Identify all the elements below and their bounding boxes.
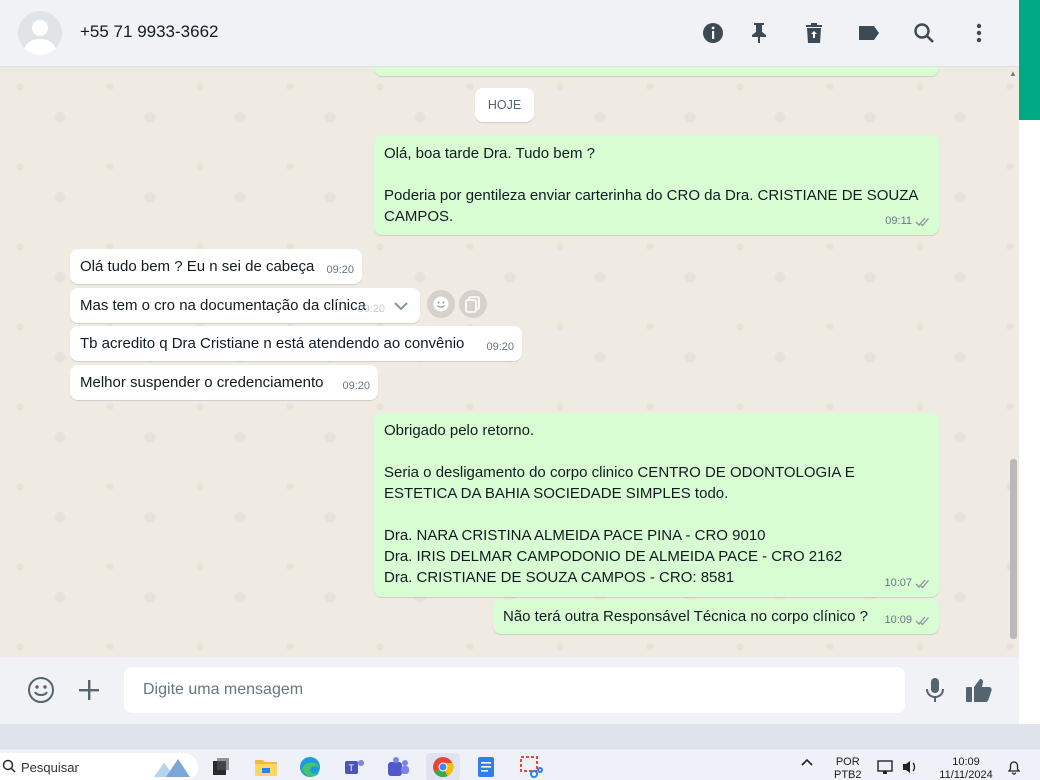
contact-name[interactable]: +55 71 9933-3662 <box>80 22 219 42</box>
menu-icon[interactable] <box>966 20 992 46</box>
message-options-chevron-icon[interactable] <box>382 288 420 323</box>
message-text: Olá, boa tarde Dra. Tudo bem ? Poderia p… <box>384 145 918 225</box>
message-meta: 10:07 <box>884 573 931 594</box>
message-hover-actions <box>427 290 487 318</box>
scroll-up-arrow[interactable]: ▲ <box>1009 69 1017 78</box>
scrollbar-thumb[interactable] <box>1010 459 1017 639</box>
message-meta: 09:20 <box>326 260 354 281</box>
message-text: Tb acredito q Dra Cristiane n está atend… <box>80 335 465 352</box>
read-ticks-icon <box>915 578 931 589</box>
chat-header: +55 71 9933-3662 <box>0 0 1019 67</box>
notification-bell-icon[interactable] <box>1006 759 1022 779</box>
input-language-secondary: PTB2 <box>834 769 862 780</box>
file-explorer-icon[interactable] <box>252 753 280 780</box>
message-outgoing[interactable]: Não terá outra Responsável Técnica no co… <box>493 599 939 634</box>
edge-browser-icon[interactable] <box>296 753 324 780</box>
chrome-icon[interactable] <box>426 753 460 780</box>
message-time: 09:20 <box>357 303 385 315</box>
clock[interactable]: 10:09 11/11/2024 <box>934 756 998 780</box>
message-text: Melhor suspender o credenciamento <box>80 374 324 391</box>
label-icon[interactable] <box>856 20 882 46</box>
react-emoji-icon[interactable] <box>427 290 455 318</box>
teams-classic-icon[interactable]: T <box>340 753 368 780</box>
message-text: Não terá outra Responsável Técnica no co… <box>503 608 868 625</box>
volume-icon[interactable] <box>901 759 919 779</box>
message-incoming[interactable]: Mas tem o cro na documentação da clínica… <box>70 288 420 323</box>
tray-chevron-up-icon[interactable] <box>800 757 814 771</box>
microphone-icon[interactable] <box>920 675 950 705</box>
thumbs-up-icon[interactable] <box>964 675 994 705</box>
message-meta: 09:20 <box>486 337 514 358</box>
contact-avatar[interactable] <box>18 11 62 55</box>
message-time: 09:20 <box>342 380 370 392</box>
message-meta: 09:11 <box>885 211 931 232</box>
notepad-icon[interactable] <box>472 753 500 780</box>
message-outgoing[interactable]: Obrigado pelo retorno. Seria o desligame… <box>374 413 939 597</box>
message-incoming[interactable]: Tb acredito q Dra Cristiane n está atend… <box>70 326 522 361</box>
clock-date: 11/11/2024 <box>939 769 993 780</box>
message-time: 10:07 <box>884 577 912 589</box>
message-input[interactable]: Digite uma mensagem <box>124 667 905 713</box>
message-meta: 09:20 <box>357 299 385 320</box>
pin-icon[interactable] <box>746 20 772 46</box>
message-time: 09:20 <box>486 341 514 353</box>
compose-bar: Digite uma mensagem <box>0 657 1019 724</box>
clock-time: 10:09 <box>952 756 980 768</box>
read-ticks-icon <box>915 615 931 626</box>
input-language-primary: POR <box>835 756 860 768</box>
message-time: 09:20 <box>326 264 354 276</box>
message-outgoing[interactable]: Olá, boa tarde Dra. Tudo bem ? Poderia p… <box>374 135 939 235</box>
copy-icon[interactable] <box>459 290 487 318</box>
message-text: Obrigado pelo retorno. Seria o desligame… <box>384 422 855 586</box>
snipping-tool-icon[interactable] <box>517 753 545 780</box>
search-highlight-icon <box>150 755 194 780</box>
message-time: 09:11 <box>885 215 912 227</box>
taskbar-search[interactable]: Pesquisar <box>0 753 198 780</box>
windows-taskbar: Pesquisar T POR PTB2 10:09 11/11/2024 <box>0 748 1040 780</box>
message-bubble-partial <box>374 67 939 76</box>
search-icon[interactable] <box>911 20 937 46</box>
network-icon[interactable] <box>877 759 895 779</box>
message-list[interactable]: ▲ HOJE Olá, boa tarde Dra. Tudo bem ? Po… <box>0 67 1019 657</box>
task-view-icon[interactable] <box>207 753 235 780</box>
taskbar-search-label: Pesquisar <box>21 759 79 775</box>
message-incoming[interactable]: Melhor suspender o credenciamento 09:20 <box>70 365 378 400</box>
window-bottom-gap <box>0 724 1040 748</box>
input-language[interactable]: POR PTB2 <box>834 756 862 780</box>
message-meta: 10:09 <box>884 610 931 631</box>
read-ticks-icon <box>915 216 931 227</box>
message-time: 10:09 <box>884 614 912 626</box>
day-separator: HOJE <box>475 88 534 122</box>
delete-icon[interactable] <box>801 20 827 46</box>
teams-icon[interactable] <box>384 753 412 780</box>
attach-plus-icon[interactable] <box>74 675 104 705</box>
side-panel <box>1019 120 1040 725</box>
emoji-icon[interactable] <box>26 675 56 705</box>
accent-strip <box>1019 0 1040 120</box>
message-incoming[interactable]: Olá tudo bem ? Eu n sei de cabeça 09:20 <box>70 249 362 284</box>
message-meta: 09:20 <box>342 376 370 397</box>
info-icon[interactable] <box>700 20 726 46</box>
taskbar-search-icon <box>2 759 16 776</box>
svg-text:T: T <box>349 763 355 773</box>
message-text: Olá tudo bem ? Eu n sei de cabeça <box>80 258 315 275</box>
